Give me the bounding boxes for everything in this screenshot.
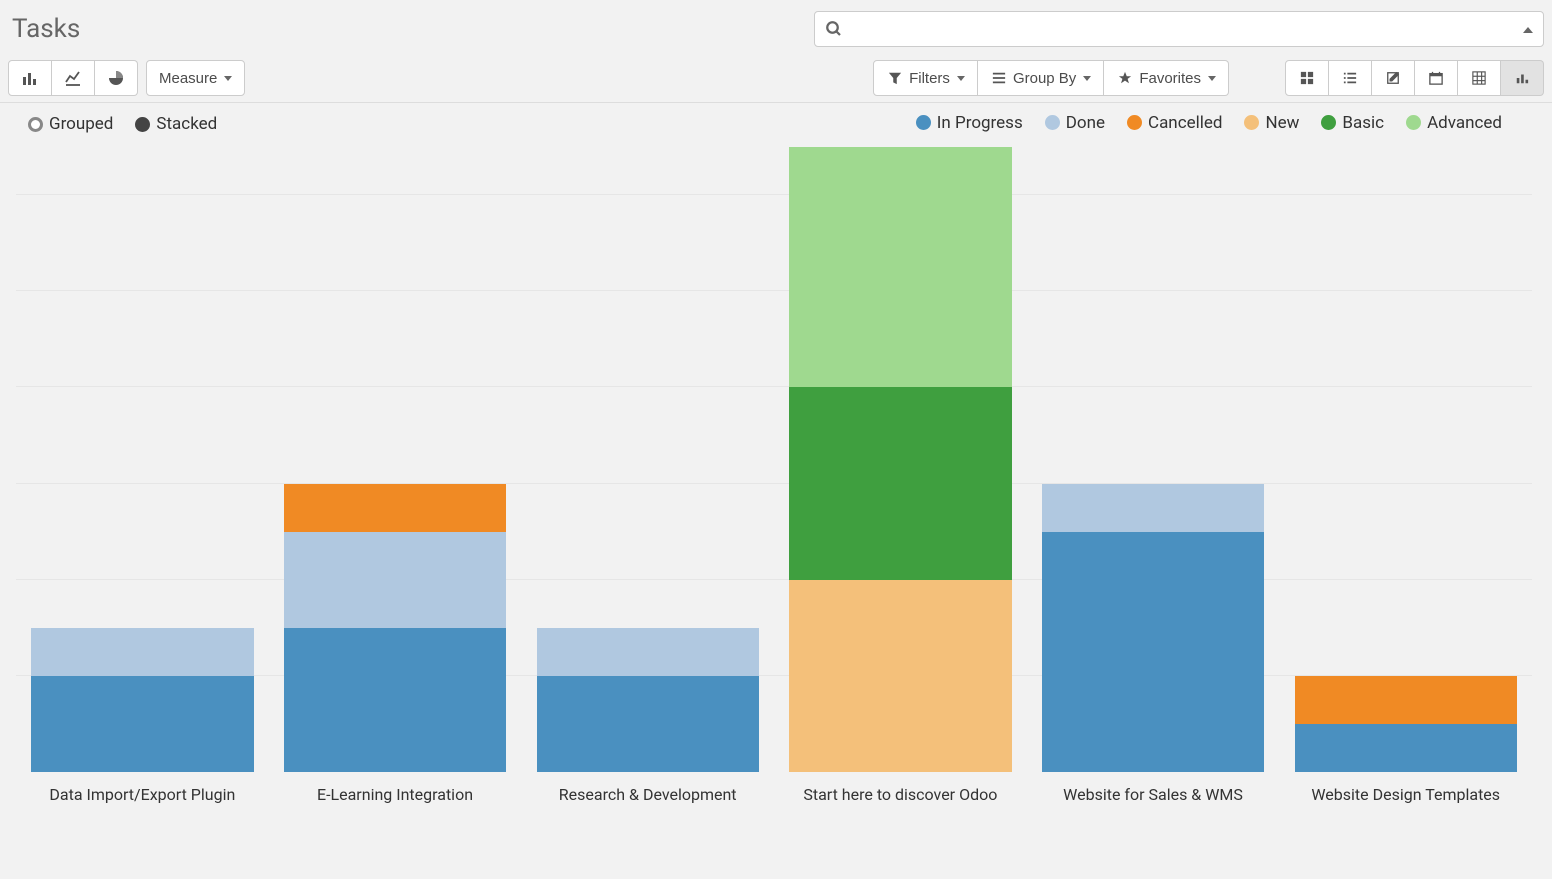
search-box[interactable] xyxy=(814,11,1544,47)
favorites-button[interactable]: Favorites xyxy=(1104,60,1229,96)
page-title: Tasks xyxy=(8,14,80,44)
stacked-bar[interactable] xyxy=(1042,484,1264,772)
bar-slot xyxy=(774,147,1027,772)
stack-mode-stacked[interactable]: Stacked xyxy=(135,114,217,134)
pie-chart-icon xyxy=(107,69,125,87)
graph-icon xyxy=(1513,69,1531,87)
list-view-button[interactable] xyxy=(1329,60,1372,96)
legend-dot-icon xyxy=(916,115,931,130)
radio-filled-icon xyxy=(135,117,150,132)
stacked-bar[interactable] xyxy=(537,628,759,772)
legend-dot-icon xyxy=(1244,115,1259,130)
stacked-bar[interactable] xyxy=(789,147,1011,772)
legend-dot-icon xyxy=(1045,115,1060,130)
list-icon xyxy=(990,69,1008,87)
filter-icon xyxy=(886,69,904,87)
search-caret-icon[interactable] xyxy=(1523,22,1533,36)
stack-mode-grouped[interactable]: Grouped xyxy=(28,114,113,134)
legend-item[interactable]: Basic xyxy=(1321,113,1384,133)
radio-empty-icon xyxy=(28,117,43,132)
bar-slot xyxy=(521,147,774,772)
legend-item[interactable]: Cancelled xyxy=(1127,113,1222,133)
line-chart-icon xyxy=(64,69,82,87)
bar-slot xyxy=(1027,147,1280,772)
bar-slot xyxy=(1279,147,1532,772)
bar-segment[interactable] xyxy=(284,628,506,772)
x-axis-label: E-Learning Integration xyxy=(269,785,522,804)
table-icon xyxy=(1470,69,1488,87)
grouped-label: Grouped xyxy=(49,114,113,134)
filters-button[interactable]: Filters xyxy=(873,60,978,96)
legend-label: Cancelled xyxy=(1148,113,1222,133)
x-axis-label: Website for Sales & WMS xyxy=(1027,785,1280,804)
x-axis-label: Data Import/Export Plugin xyxy=(16,785,269,804)
legend-item[interactable]: New xyxy=(1244,113,1299,133)
favorites-label: Favorites xyxy=(1139,70,1201,87)
x-axis-label: Website Design Templates xyxy=(1279,785,1532,804)
groupby-label: Group By xyxy=(1013,70,1076,87)
legend-dot-icon xyxy=(1321,115,1336,130)
calendar-icon xyxy=(1427,69,1445,87)
legend-item[interactable]: Done xyxy=(1045,113,1105,133)
stacked-bar[interactable] xyxy=(31,628,253,772)
stacked-bar[interactable] xyxy=(284,484,506,772)
chevron-down-icon xyxy=(224,76,232,81)
bar-segment[interactable] xyxy=(1042,484,1264,532)
form-view-button[interactable] xyxy=(1372,60,1415,96)
stacked-bar[interactable] xyxy=(1295,676,1517,772)
list-view-icon xyxy=(1341,69,1359,87)
legend-label: Advanced xyxy=(1427,113,1502,133)
legend-label: In Progress xyxy=(937,113,1023,133)
legend-dot-icon xyxy=(1406,115,1421,130)
chart-type-group xyxy=(8,60,138,96)
chevron-down-icon xyxy=(1083,76,1091,81)
kanban-view-button[interactable] xyxy=(1285,60,1329,96)
groupby-button[interactable]: Group By xyxy=(978,60,1104,96)
graph-view-button[interactable] xyxy=(1501,60,1544,96)
bar-segment[interactable] xyxy=(284,484,506,532)
legend-label: Basic xyxy=(1342,113,1384,133)
legend-dot-icon xyxy=(1127,115,1142,130)
bar-slot xyxy=(269,147,522,772)
star-icon xyxy=(1116,69,1134,87)
bar-segment[interactable] xyxy=(1295,724,1517,772)
pivot-view-button[interactable] xyxy=(1458,60,1501,96)
kanban-icon xyxy=(1298,69,1316,87)
bar-segment[interactable] xyxy=(789,580,1011,772)
bar-segment[interactable] xyxy=(789,387,1011,579)
search-input[interactable] xyxy=(851,21,1523,38)
chevron-down-icon xyxy=(1208,76,1216,81)
bar-segment[interactable] xyxy=(31,676,253,772)
line-chart-button[interactable] xyxy=(52,60,95,96)
filter-group: Filters Group By Favorites xyxy=(873,60,1229,96)
view-switcher xyxy=(1285,60,1544,96)
bar-segment[interactable] xyxy=(31,628,253,676)
bar-segment[interactable] xyxy=(1042,532,1264,772)
legend-label: New xyxy=(1265,113,1299,133)
bar-segment[interactable] xyxy=(537,676,759,772)
measure-button[interactable]: Measure xyxy=(146,60,245,96)
bar-segment[interactable] xyxy=(284,532,506,628)
bar-slot xyxy=(16,147,269,772)
bar-segment[interactable] xyxy=(789,147,1011,387)
legend-item[interactable]: In Progress xyxy=(916,113,1023,133)
measure-label: Measure xyxy=(159,70,217,87)
bar-chart-icon xyxy=(21,69,39,87)
chevron-down-icon xyxy=(957,76,965,81)
x-axis-label: Start here to discover Odoo xyxy=(774,785,1027,804)
search-icon xyxy=(825,20,843,38)
stacked-label: Stacked xyxy=(156,114,217,134)
bar-segment[interactable] xyxy=(537,628,759,676)
pie-chart-button[interactable] xyxy=(95,60,138,96)
bar-chart-button[interactable] xyxy=(8,60,52,96)
calendar-view-button[interactable] xyxy=(1415,60,1458,96)
x-axis-label: Research & Development xyxy=(521,785,774,804)
legend-label: Done xyxy=(1066,113,1105,133)
legend-item[interactable]: Advanced xyxy=(1406,113,1502,133)
filters-label: Filters xyxy=(909,70,950,87)
bar-segment[interactable] xyxy=(1295,676,1517,724)
